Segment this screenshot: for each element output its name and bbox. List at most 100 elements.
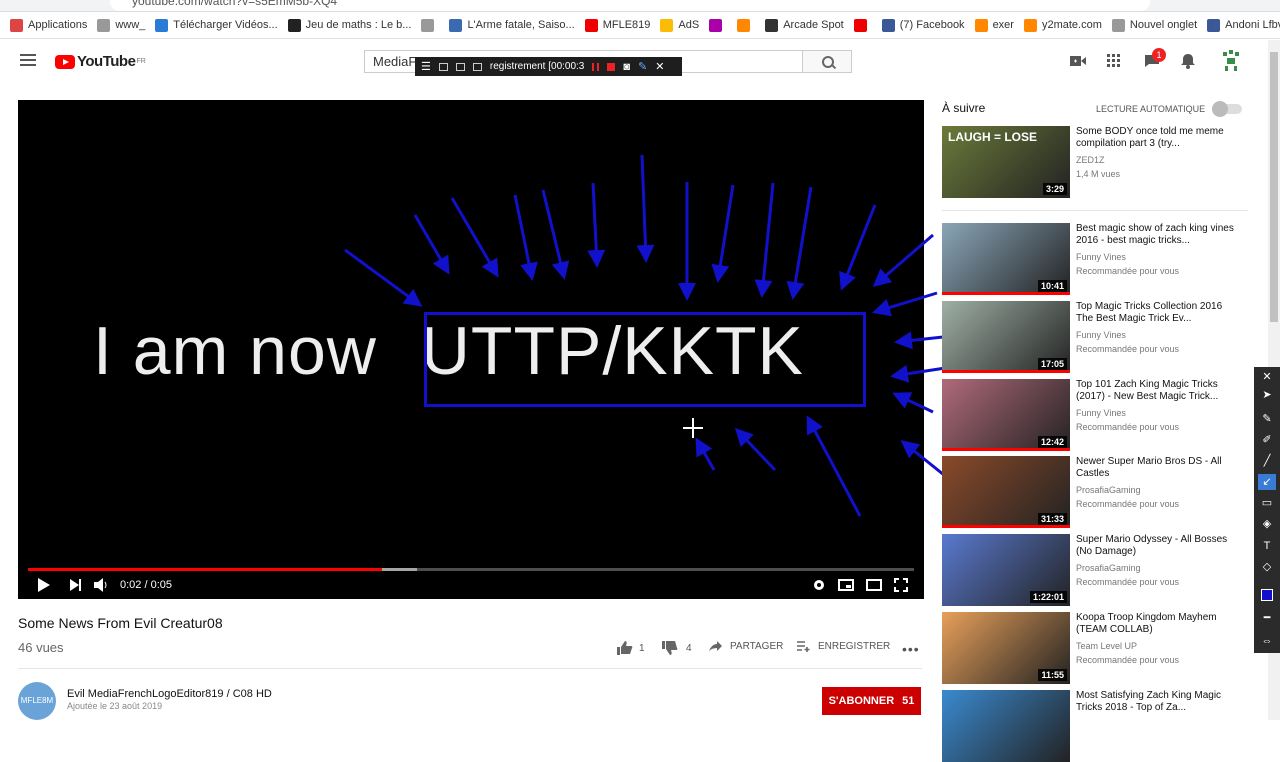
- recommended-channel[interactable]: Team Level UP: [1076, 641, 1137, 651]
- autoplay-toggle[interactable]: [1212, 101, 1242, 117]
- pause-icon[interactable]: [592, 62, 600, 71]
- bookmark-item[interactable]: Nouvel onglet: [1111, 18, 1197, 32]
- video-thumbnail[interactable]: 11:55: [942, 612, 1070, 684]
- video-thumbnail[interactable]: [942, 690, 1070, 762]
- arrow-tool-icon[interactable]: ↙: [1258, 474, 1276, 490]
- bookmark-item[interactable]: AdS: [660, 18, 699, 32]
- screen-recorder-toolbar[interactable]: ☰ registrement [00:00:3 ◙ ✎ ✕: [415, 57, 682, 76]
- video-thumbnail[interactable]: 17:05: [942, 301, 1070, 373]
- bookmark-item[interactable]: (7) Facebook: [881, 18, 965, 32]
- bookmark-item[interactable]: Andoni Lfbvr: [1207, 18, 1280, 32]
- miniplayer-icon[interactable]: [838, 579, 854, 591]
- bookmark-item[interactable]: MFLE819: [584, 18, 650, 32]
- recommended-title[interactable]: Top Magic Tricks Collection 2016 The Bes…: [1076, 301, 1236, 325]
- recommended-title[interactable]: Top 101 Zach King Magic Tricks (2017) - …: [1076, 379, 1236, 403]
- window-icon[interactable]: [438, 62, 448, 71]
- recommended-title[interactable]: Super Mario Odyssey - All Bosses (No Dam…: [1076, 534, 1236, 558]
- close-icon[interactable]: ✕: [1258, 369, 1276, 385]
- recommended-title[interactable]: Some BODY once told me meme compilation …: [1076, 126, 1236, 150]
- next-icon[interactable]: [70, 579, 82, 591]
- recommended-video[interactable]: 10:41 Best magic show of zach king vines …: [942, 223, 1242, 295]
- bookmark-item[interactable]: L'Arme fatale, Saiso...: [449, 18, 575, 32]
- bookmark-item[interactable]: [709, 18, 727, 32]
- recommended-channel[interactable]: Funny Vines: [1076, 330, 1126, 340]
- crop-icon[interactable]: [472, 62, 482, 71]
- bell-icon[interactable]: [1181, 53, 1195, 69]
- youtube-logo[interactable]: YouTube FR: [55, 53, 146, 70]
- text-icon[interactable]: T: [1258, 538, 1276, 554]
- video-thumbnail[interactable]: 12:42: [942, 379, 1070, 451]
- bookmark-item[interactable]: [853, 18, 872, 32]
- video-duration: 17:05: [1037, 358, 1067, 370]
- recommended-title[interactable]: Most Satisfying Zach King Magic Tricks 2…: [1076, 690, 1236, 714]
- cursor-icon[interactable]: ➤: [1258, 387, 1276, 403]
- logo-country: FR: [136, 58, 146, 65]
- recommended-title[interactable]: Newer Super Mario Bros DS - All Castles: [1076, 456, 1236, 480]
- stroke-width-icon[interactable]: ━: [1258, 610, 1276, 626]
- close-icon[interactable]: ✕: [655, 60, 664, 73]
- bookmark-item[interactable]: Jeu de maths : Le b...: [287, 18, 411, 32]
- video-thumbnail[interactable]: LAUGH = LOSE 3:29: [942, 126, 1070, 198]
- scroll-thumb[interactable]: [1270, 52, 1278, 322]
- video-thumbnail[interactable]: 1:22:01: [942, 534, 1070, 606]
- play-icon[interactable]: [38, 578, 50, 592]
- bookmark-item[interactable]: Arcade Spot: [765, 18, 844, 32]
- channel-avatar[interactable]: MFLE8M: [18, 682, 56, 720]
- rectangle-icon[interactable]: ▭: [1258, 495, 1276, 511]
- dislike-count: 4: [686, 642, 692, 654]
- bookmark-item[interactable]: www_: [97, 18, 145, 32]
- pen-icon[interactable]: ✎: [638, 60, 647, 73]
- recommended-title[interactable]: Best magic show of zach king vines 2016 …: [1076, 223, 1236, 247]
- recommended-video[interactable]: 12:42 Top 101 Zach King Magic Tricks (201…: [942, 379, 1242, 451]
- apps-icon[interactable]: [1107, 54, 1121, 68]
- recommended-video[interactable]: Most Satisfying Zach King Magic Tricks 2…: [942, 690, 1242, 762]
- recommended-video[interactable]: 31:33 Newer Super Mario Bros DS - All Cas…: [942, 456, 1242, 528]
- theater-mode-icon[interactable]: [866, 579, 882, 591]
- menu-icon[interactable]: [20, 54, 36, 66]
- bookmark-item[interactable]: [737, 18, 755, 32]
- save-button[interactable]: ENREGISTRER: [797, 641, 890, 652]
- bookmark-item[interactable]: exer: [974, 18, 1014, 32]
- create-video-icon[interactable]: [1070, 55, 1086, 67]
- bookmark-item[interactable]: y2mate.com: [1023, 18, 1102, 32]
- channel-name[interactable]: Evil MediaFrenchLogoEditor819 / C08 HD: [67, 688, 272, 700]
- recommended-channel[interactable]: ZED1Z: [1076, 155, 1105, 165]
- recommended-channel[interactable]: Funny Vines: [1076, 408, 1126, 418]
- color-swatch[interactable]: [1258, 587, 1276, 603]
- search-button[interactable]: [802, 50, 852, 73]
- more-actions-icon[interactable]: •••: [902, 641, 920, 657]
- fullscreen-icon[interactable]: [894, 578, 908, 592]
- share-button[interactable]: PARTAGER: [709, 641, 783, 652]
- video-player[interactable]: I am now UTTP/KKTK 0:02 / 0:05: [18, 100, 924, 599]
- video-thumbnail[interactable]: 10:41: [942, 223, 1070, 295]
- settings-icon[interactable]: [812, 578, 826, 592]
- recommended-channel[interactable]: Funny Vines: [1076, 252, 1126, 262]
- recommended-channel[interactable]: ProsafiaGaming: [1076, 563, 1141, 573]
- video-thumbnail[interactable]: 31:33: [942, 456, 1070, 528]
- recommended-video[interactable]: 1:22:01 Super Mario Odyssey - All Bosses …: [942, 534, 1242, 606]
- recommended-video[interactable]: LAUGH = LOSE 3:29 Some BODY once told me m…: [942, 126, 1242, 198]
- fill-icon[interactable]: ◈: [1258, 516, 1276, 532]
- recommended-video[interactable]: 17:05 Top Magic Tricks Collection 2016 Th…: [942, 301, 1242, 373]
- camera-icon[interactable]: ◙: [623, 61, 630, 73]
- bookmark-item[interactable]: Applications: [10, 18, 87, 32]
- account-avatar[interactable]: [1221, 50, 1241, 72]
- bookmark-item[interactable]: Télécharger Vidéos...: [155, 18, 278, 32]
- line-icon[interactable]: ╱: [1258, 453, 1276, 469]
- stop-icon[interactable]: [607, 62, 616, 71]
- menu-icon[interactable]: ☰: [421, 60, 431, 73]
- subscribe-button[interactable]: S'ABONNER 51: [822, 687, 921, 715]
- volume-icon[interactable]: [94, 578, 108, 592]
- marker-icon[interactable]: ✐: [1258, 432, 1276, 448]
- recommended-title[interactable]: Koopa Troop Kingdom Mayhem (TEAM COLLAB): [1076, 612, 1236, 636]
- region-icon[interactable]: [455, 62, 465, 71]
- bookmark-item[interactable]: [421, 18, 439, 32]
- eraser-icon[interactable]: ◇: [1258, 559, 1276, 575]
- progress-bar[interactable]: [28, 568, 914, 571]
- like-button[interactable]: 1: [617, 641, 645, 655]
- expand-icon[interactable]: ⇔: [1258, 633, 1276, 649]
- dislike-button[interactable]: 4: [662, 641, 692, 655]
- recommended-video[interactable]: 11:55 Koopa Troop Kingdom Mayhem (TEAM CO…: [942, 612, 1242, 684]
- recommended-channel[interactable]: ProsafiaGaming: [1076, 485, 1141, 495]
- pen-icon[interactable]: ✎: [1258, 411, 1276, 427]
